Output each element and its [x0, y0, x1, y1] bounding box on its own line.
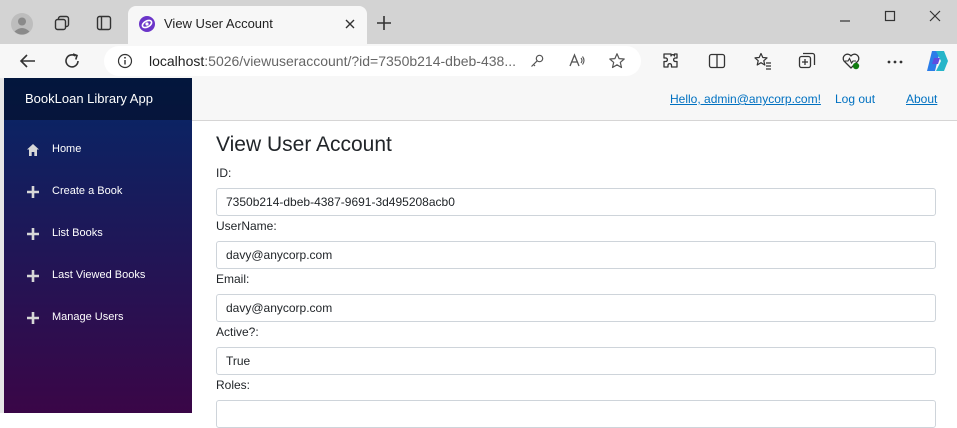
- browser-toolbar: localhost:5026/viewuseraccount/?id=7350b…: [0, 44, 957, 78]
- key-icon[interactable]: [529, 53, 545, 69]
- info-icon[interactable]: [117, 53, 133, 69]
- browser-tabstrip: View User Account: [0, 0, 957, 44]
- sidebar-item-create-book[interactable]: Create a Book: [4, 174, 192, 210]
- brand-link[interactable]: BookLoan Library App: [25, 91, 153, 106]
- roles-label: Roles:: [216, 378, 251, 392]
- active-label: Active?:: [216, 325, 259, 339]
- id-label: ID:: [216, 166, 232, 180]
- collections-icon[interactable]: [797, 51, 817, 71]
- sidebar-item-home[interactable]: Home: [4, 132, 192, 168]
- sidebar-item-label: Last Viewed Books: [52, 269, 146, 281]
- performance-heart-icon[interactable]: [841, 51, 861, 71]
- new-tab-icon[interactable]: [376, 15, 392, 31]
- workspaces-icon[interactable]: [54, 15, 70, 31]
- brand-bar: BookLoan Library App: [4, 78, 192, 120]
- maximize-icon[interactable]: [883, 9, 897, 23]
- tab-actions-icon[interactable]: [96, 15, 112, 31]
- minimize-icon[interactable]: [838, 14, 852, 28]
- sidebar-item-label: List Books: [52, 227, 103, 239]
- profile-icon[interactable]: [10, 12, 34, 36]
- email-label: Email:: [216, 272, 250, 286]
- back-arrow-icon[interactable]: [18, 51, 38, 71]
- sidebar-item-label: Create a Book: [52, 185, 123, 197]
- refresh-icon[interactable]: [62, 51, 82, 71]
- plus-icon: [27, 186, 39, 198]
- logout-link[interactable]: Log out: [835, 92, 875, 106]
- username-field[interactable]: [216, 241, 936, 269]
- app-root: BookLoan Library App Home Create a Book …: [0, 78, 957, 428]
- about-link[interactable]: About: [906, 92, 937, 106]
- email-field[interactable]: [216, 294, 936, 322]
- blazor-favicon-icon: [139, 16, 155, 32]
- main-content: View User Account ID: UserName: Email: A…: [192, 121, 957, 428]
- page-title: View User Account: [216, 133, 392, 156]
- plus-icon: [27, 270, 39, 282]
- extensions-icon[interactable]: [661, 51, 681, 71]
- split-screen-icon[interactable]: [708, 52, 726, 70]
- sidebar-item-label: Manage Users: [52, 311, 124, 323]
- tab-view-user-account[interactable]: View User Account: [128, 6, 367, 44]
- home-icon: [27, 144, 39, 156]
- address-bar[interactable]: localhost:5026/viewuseraccount/?id=7350b…: [104, 46, 641, 76]
- sidebar-item-label: Home: [52, 143, 82, 155]
- id-field[interactable]: [216, 188, 936, 216]
- sidebar-item-last-viewed-books[interactable]: Last Viewed Books: [4, 258, 192, 294]
- url-host: localhost: [149, 53, 205, 69]
- close-tab-icon[interactable]: [343, 17, 357, 31]
- url-path: :5026/viewuseraccount/?id=7350b214-dbeb-…: [204, 53, 516, 69]
- favorite-star-icon[interactable]: [608, 52, 626, 70]
- sidebar-item-list-books[interactable]: List Books: [4, 216, 192, 252]
- url-text[interactable]: localhost:5026/viewuseraccount/?id=7350b…: [149, 53, 516, 69]
- tab-title: View User Account: [164, 16, 273, 31]
- sidebar-item-manage-users[interactable]: Manage Users: [4, 300, 192, 336]
- sidebar: BookLoan Library App Home Create a Book …: [4, 78, 192, 413]
- read-aloud-icon[interactable]: [568, 52, 586, 70]
- copilot-icon[interactable]: [924, 48, 950, 74]
- favorites-icon[interactable]: [753, 51, 773, 71]
- top-row: Hello, admin@anycorp.com! Log out About: [192, 78, 957, 121]
- roles-field[interactable]: [216, 400, 936, 428]
- window-close-icon[interactable]: [928, 9, 942, 23]
- active-field[interactable]: [216, 347, 936, 375]
- hello-user-link[interactable]: Hello, admin@anycorp.com!: [670, 92, 821, 106]
- plus-icon: [27, 228, 39, 240]
- plus-icon: [27, 312, 39, 324]
- username-label: UserName:: [216, 219, 277, 233]
- more-options-icon[interactable]: [886, 53, 904, 71]
